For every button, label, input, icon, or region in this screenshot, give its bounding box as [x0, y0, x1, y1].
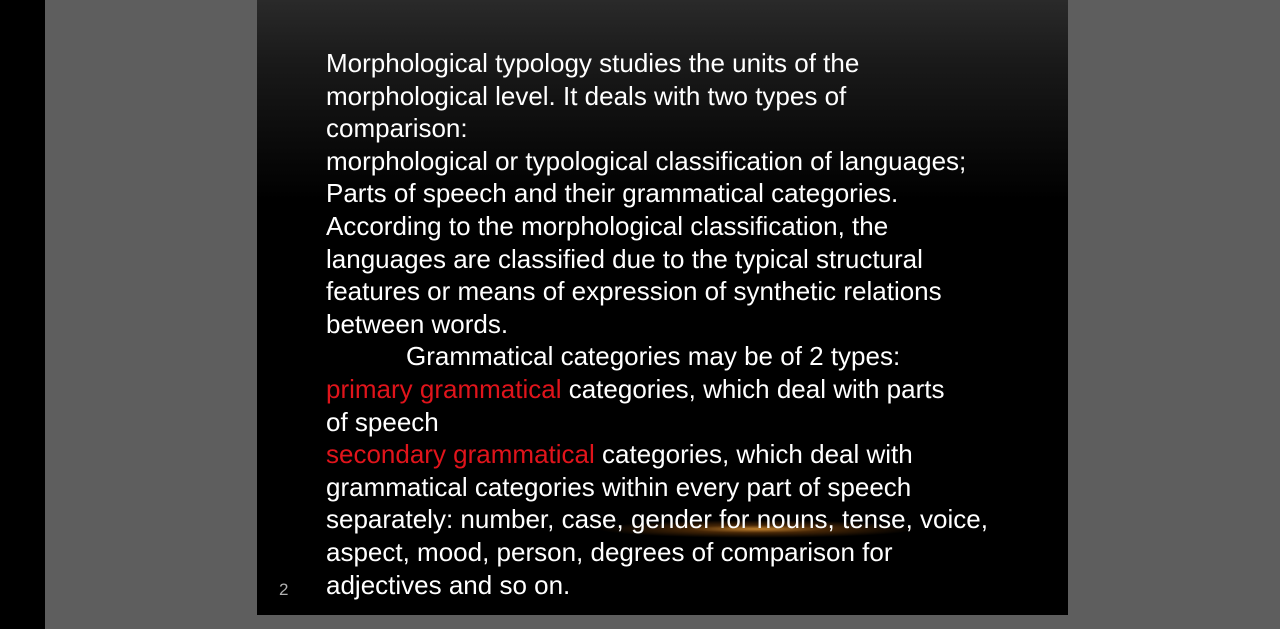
text-line: of speech — [326, 406, 439, 437]
left-edge-bar — [0, 0, 45, 629]
slide-page: Morphological typology studies the units… — [257, 0, 1068, 615]
text-line: Parts of speech and their grammatical ca… — [326, 178, 899, 209]
text-line-indented: Grammatical categories may be of 2 types… — [406, 341, 901, 372]
secondary-categories-line: secondary grammatical categories, which … — [326, 438, 1026, 471]
text-line: morphological level. It deals with two t… — [326, 80, 847, 111]
text-line: adjectives and so on. — [326, 569, 571, 600]
primary-grammatical-highlight: primary grammatical — [326, 373, 562, 404]
text-line: grammatical categories within every part… — [326, 471, 912, 502]
text-line: features or means of expression of synth… — [326, 276, 942, 307]
primary-categories-rest: categories, which deal with parts — [561, 373, 945, 404]
text-line: morphological or typological classificat… — [326, 145, 967, 176]
slide-page-number: 2 — [279, 580, 289, 599]
text-line: languages are classified due to the typi… — [326, 243, 923, 274]
text-line: separately: number, case, gender for nou… — [326, 504, 988, 535]
secondary-grammatical-highlight: secondary grammatical — [326, 439, 595, 470]
text-line: Morphological typology studies the units… — [326, 48, 860, 78]
slide-text-body: Morphological typology studies the units… — [326, 47, 1026, 601]
text-line: aspect, mood, person, degrees of compari… — [326, 536, 893, 567]
secondary-categories-rest: categories, which deal with — [594, 439, 913, 470]
primary-categories-line: primary grammatical categories, which de… — [326, 373, 1026, 406]
text-line: between words. — [326, 308, 509, 339]
text-line: comparison: — [326, 113, 468, 144]
text-line: According to the morphological classific… — [326, 210, 889, 241]
